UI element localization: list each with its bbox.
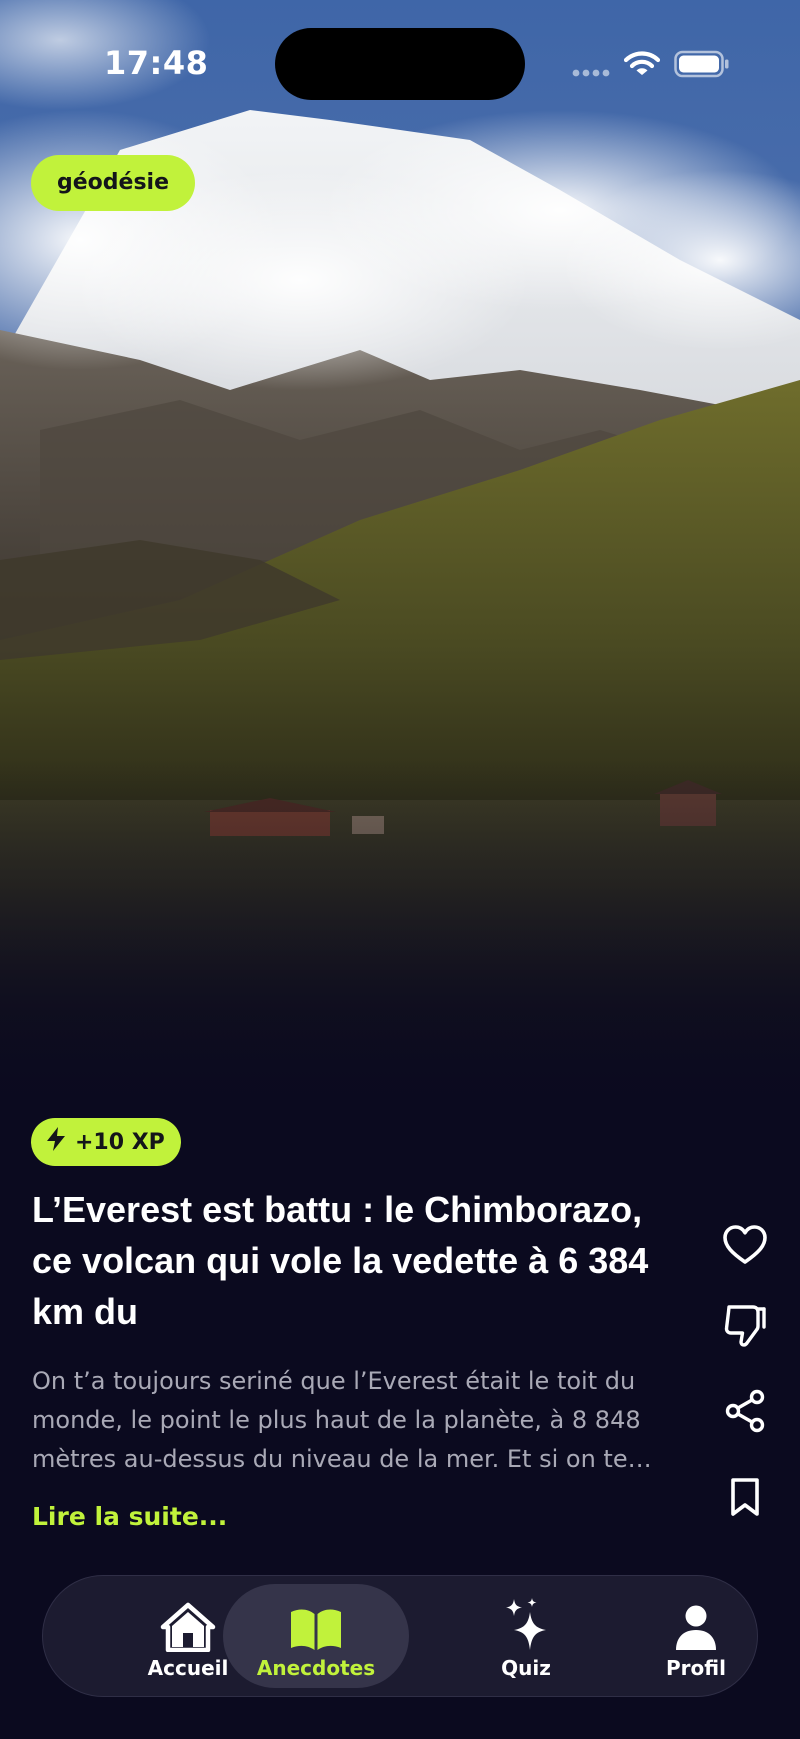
story-excerpt: On t’a toujours seriné que l’Everest éta… — [32, 1367, 652, 1473]
read-more-link[interactable]: Lire la suite... — [32, 1502, 227, 1531]
tab-quiz[interactable]: Quiz — [433, 1584, 619, 1688]
share-button[interactable] — [720, 1388, 770, 1438]
bolt-icon — [45, 1126, 67, 1158]
status-time: 17:48 — [104, 44, 209, 82]
tab-profil[interactable]: Profil — [603, 1584, 789, 1688]
bottom-tab-bar: Accueil Anecdotes Quiz Profil — [42, 1575, 758, 1697]
xp-label: +10 XP — [75, 1129, 165, 1155]
share-icon — [724, 1389, 766, 1437]
thumbs-down-icon — [723, 1303, 767, 1353]
bookmark-button[interactable] — [720, 1474, 770, 1524]
story-title: L’Everest est battu : le Chimborazo, ce … — [32, 1189, 649, 1332]
cellular-signal-icon — [572, 63, 612, 82]
home-icon — [159, 1592, 217, 1652]
tab-label-profil: Profil — [666, 1656, 726, 1680]
person-icon — [674, 1592, 718, 1652]
tab-anecdotes[interactable]: Anecdotes — [223, 1584, 409, 1688]
tab-label-anecdotes: Anecdotes — [256, 1656, 376, 1680]
sparkles-icon — [502, 1592, 550, 1652]
like-button[interactable] — [720, 1222, 770, 1272]
xp-badge: +10 XP — [31, 1118, 181, 1166]
tab-label-accueil: Accueil — [147, 1656, 229, 1680]
battery-icon — [674, 50, 730, 82]
bookmark-icon — [728, 1476, 762, 1522]
tab-label-quiz: Quiz — [501, 1656, 551, 1680]
category-chip[interactable]: géodésie — [31, 155, 196, 211]
book-open-icon — [288, 1592, 344, 1652]
dynamic-island — [275, 28, 525, 100]
wifi-icon — [623, 50, 661, 82]
heart-icon — [722, 1224, 768, 1270]
dislike-button[interactable] — [720, 1303, 770, 1353]
